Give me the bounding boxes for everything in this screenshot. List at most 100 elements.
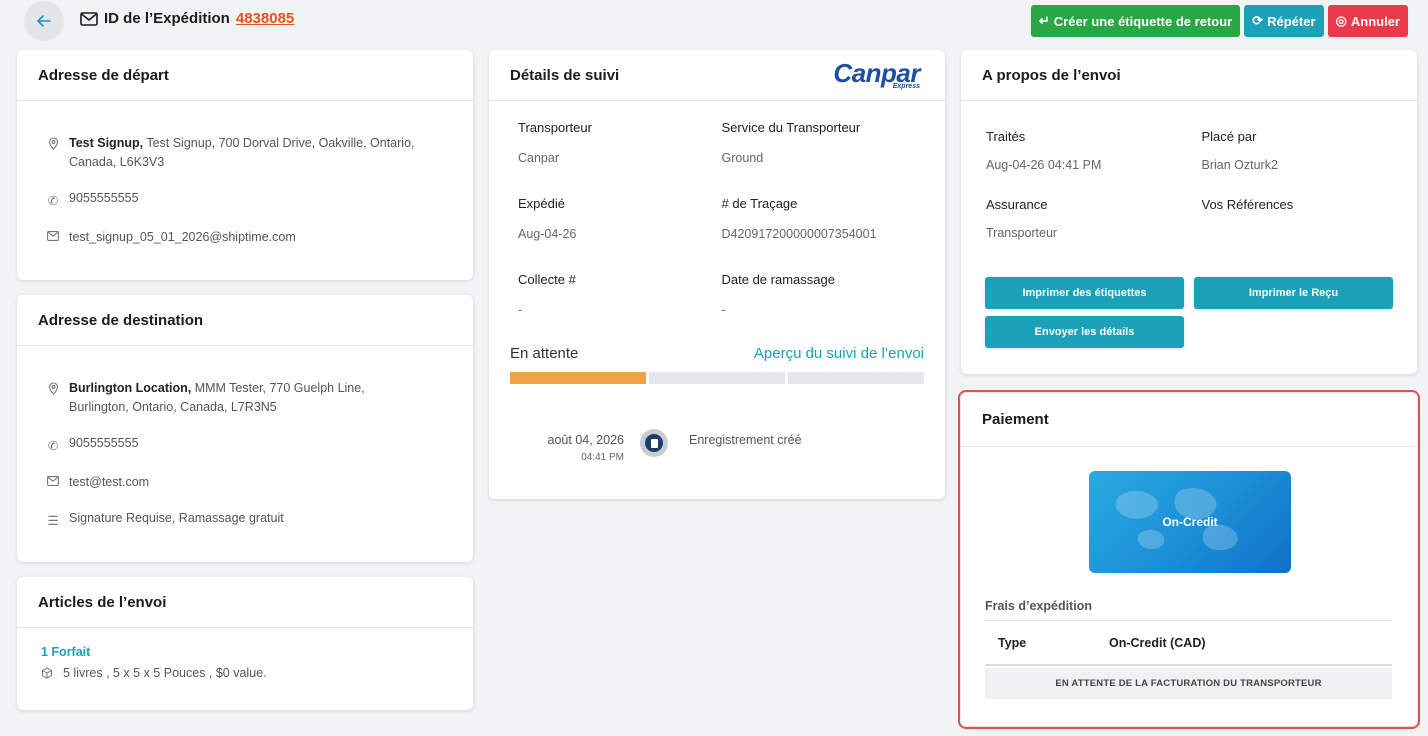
- progress-segment: [788, 372, 924, 384]
- phone-icon: ✆: [47, 439, 59, 453]
- tracking-preview-link[interactable]: Aperçu du suivi de l’envoi: [754, 345, 924, 362]
- event-status-icon: [640, 429, 668, 457]
- title-prefix: ID de l’Expédition: [104, 10, 230, 27]
- create-return-label-text: Créer une étiquette de retour: [1053, 13, 1233, 29]
- pickup-number-label: Collecte #: [518, 272, 576, 287]
- destination-address-line1: MMM Tester, 770 Guelph Line,: [191, 381, 365, 395]
- tracking-number-label: # de Traçage: [721, 196, 798, 211]
- create-return-label-button[interactable]: ↵ Créer une étiquette de retour: [1030, 5, 1241, 37]
- carrier-label: Transporteur: [518, 120, 592, 135]
- about-shipment-card: A propos de l’envoi Traités Aug-04-26 04:…: [961, 50, 1417, 374]
- back-button[interactable]: [24, 1, 64, 41]
- departure-card: Adresse de départ Test Signup, Test Sign…: [17, 50, 473, 280]
- return-arrow-icon: ↵: [1038, 13, 1050, 28]
- tracking-details-grid: Transporteur Canpar Service du Transporte…: [489, 101, 945, 317]
- placed-by-value: Brian Ozturk2: [1201, 158, 1278, 172]
- list-icon: ☰: [47, 514, 59, 528]
- envelope-icon: [47, 473, 59, 486]
- destination-name: Burlington Location,: [69, 381, 192, 395]
- about-details-grid: Traités Aug-04-26 04:41 PM Placé par Brian…: [961, 101, 1417, 240]
- shipping-fees-title: Frais d’expédition: [985, 599, 1092, 613]
- tracking-card-title: Détails de suivi: [510, 66, 620, 84]
- destination-card: Adresse de destination Burlington Locati…: [17, 295, 473, 562]
- placed-by-label: Placé par: [1201, 129, 1257, 144]
- header-actions: ↵ Créer une étiquette de retour ⟳ Répéte…: [1030, 5, 1408, 37]
- canpar-logo: Canpar Express: [833, 60, 920, 90]
- destination-phone: ✆ 9055555555: [47, 434, 453, 456]
- package-box-icon: [41, 664, 53, 679]
- shipped-label: Expédié: [518, 196, 565, 211]
- print-receipt-button[interactable]: Imprimer le Reçu: [1194, 277, 1393, 309]
- payment-card: Paiement On-Credit Frais d’expédition Ty…: [958, 390, 1420, 729]
- fees-type-label: Type: [998, 635, 1027, 650]
- pickup-number-value: -: [518, 303, 523, 317]
- print-labels-button[interactable]: Imprimer des étiquettes: [985, 277, 1184, 309]
- destination-phone-text: 9055555555: [69, 436, 139, 450]
- refresh-icon: ⟳: [1252, 13, 1264, 28]
- tracking-card-header: Détails de suivi Canpar Express: [489, 50, 945, 101]
- departure-address-line1: Test Signup, 700 Dorval Drive, Oakville,…: [143, 136, 415, 150]
- shipment-id-link[interactable]: 4838085: [236, 10, 294, 27]
- items-card: Articles de l’envoi 1 Forfait 5 livres ,…: [17, 577, 473, 710]
- destination-address: Burlington Location, MMM Tester, 770 Gue…: [47, 379, 453, 417]
- items-card-title: Articles de l’envoi: [17, 577, 473, 628]
- on-credit-card-label: On-Credit: [1162, 515, 1218, 529]
- progress-segment: [510, 372, 646, 384]
- processed-label: Traités: [986, 129, 1026, 144]
- departure-name: Test Signup,: [69, 136, 144, 150]
- destination-options: ☰ Signature Requise, Ramassage gratuit: [47, 509, 453, 531]
- departure-address: Test Signup, Test Signup, 700 Dorval Dri…: [47, 134, 453, 172]
- on-credit-card: On-Credit: [1089, 471, 1291, 573]
- service-label: Service du Transporteur: [721, 120, 861, 135]
- event-text: Enregistrement créé: [689, 433, 802, 447]
- shipped-value: Aug-04-26: [518, 227, 577, 241]
- page-title: ID de l’Expédition 4838085: [80, 10, 294, 27]
- send-details-button[interactable]: Envoyer les détails: [985, 316, 1184, 348]
- envelope-icon: [80, 11, 98, 26]
- package-count: 1 Forfait: [41, 645, 91, 659]
- pickup-date-value: -: [721, 303, 726, 317]
- insurance-label: Assurance: [986, 197, 1048, 212]
- package-description: 5 livres , 5 x 5 x 5 Pouces , $0 value.: [41, 664, 453, 683]
- insurance-value: Transporteur: [986, 226, 1058, 240]
- tracking-progress-bar: [510, 372, 924, 384]
- tracking-card: Détails de suivi Canpar Express Transpor…: [489, 50, 945, 499]
- processed-value: Aug-04-26 04:41 PM: [986, 158, 1102, 172]
- cancel-circle-icon: ◎: [1335, 13, 1347, 28]
- tracking-status: En attente: [510, 345, 579, 362]
- event-date: août 04, 2026: [547, 433, 624, 447]
- fees-type-value: On-Credit (CAD): [1109, 635, 1206, 650]
- departure-address-line2: Canada, L6K3V3: [69, 155, 165, 169]
- pending-billing-note: EN ATTENTE DE LA FACTURATION DU TRANSPOR…: [985, 668, 1392, 699]
- fees-table-row: Type On-Credit (CAD): [985, 621, 1392, 666]
- cancel-button[interactable]: ◎ Annuler: [1327, 5, 1408, 37]
- location-pin-icon: [47, 134, 59, 150]
- package-description-text: 5 livres , 5 x 5 x 5 Pouces , $0 value.: [63, 666, 267, 680]
- location-pin-icon: [47, 379, 59, 395]
- progress-segment: [649, 372, 785, 384]
- departure-card-title: Adresse de départ: [17, 50, 473, 101]
- repeat-text: Répéter: [1267, 13, 1316, 29]
- destination-email-text: test@test.com: [69, 475, 150, 489]
- departure-email-text: test_signup_05_01_2026@shiptime.com: [69, 230, 296, 244]
- service-value: Ground: [721, 151, 764, 165]
- departure-phone: ✆ 9055555555: [47, 189, 453, 211]
- event-time: 04:41 PM: [581, 452, 624, 463]
- departure-email: test_signup_05_01_2026@shiptime.com: [47, 228, 453, 247]
- pickup-date-label: Date de ramassage: [721, 272, 835, 287]
- carrier-value: Canpar: [518, 151, 559, 165]
- arrow-left-icon: [36, 15, 51, 27]
- phone-icon: ✆: [47, 194, 59, 208]
- cancel-text: Annuler: [1350, 13, 1400, 29]
- repeat-button[interactable]: ⟳ Répéter: [1244, 5, 1324, 37]
- about-card-title: A propos de l’envoi: [961, 50, 1417, 101]
- destination-card-title: Adresse de destination: [17, 295, 473, 346]
- destination-address-line2: Burlington, Ontario, Canada, L7R3N5: [69, 400, 277, 414]
- tracking-number-value: D420917200000007354001: [721, 227, 877, 241]
- departure-phone-text: 9055555555: [69, 191, 139, 205]
- references-label: Vos Références: [1201, 197, 1294, 212]
- payment-card-title: Paiement: [961, 393, 1417, 447]
- envelope-icon: [47, 228, 59, 241]
- destination-email: test@test.com: [47, 473, 453, 492]
- destination-options-text: Signature Requise, Ramassage gratuit: [69, 511, 284, 525]
